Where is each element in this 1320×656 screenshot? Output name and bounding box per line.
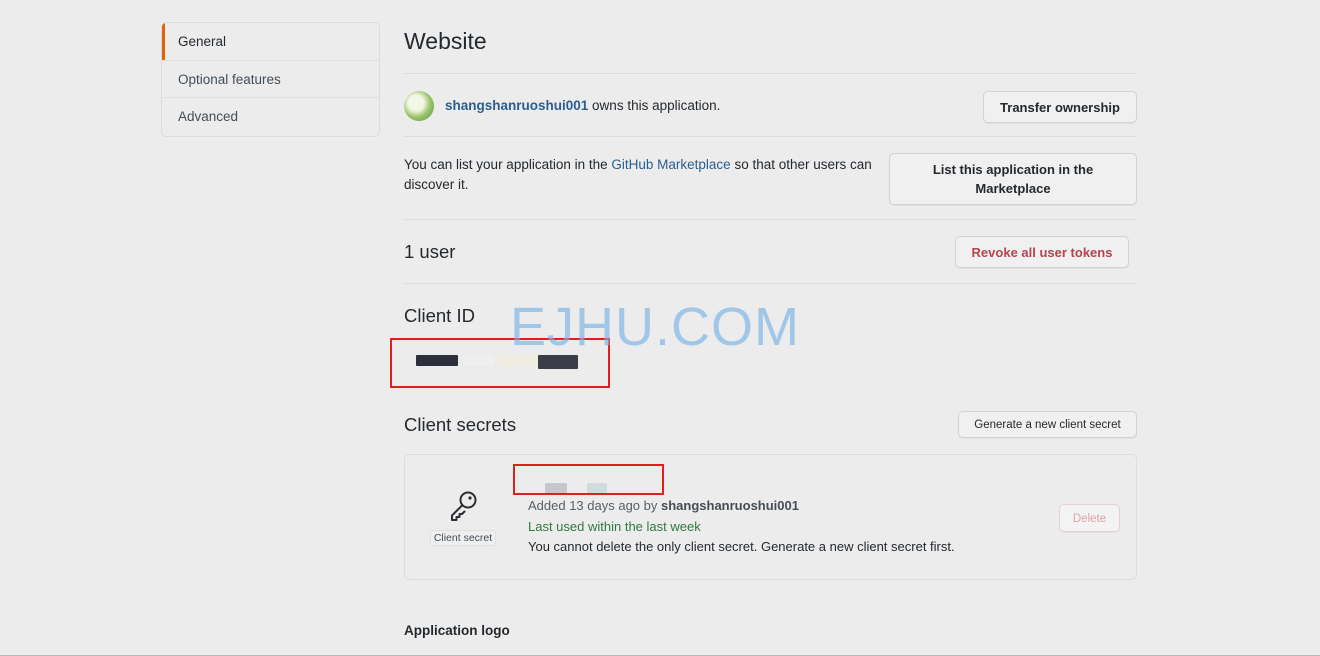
- list-in-marketplace-button[interactable]: List this application in the Marketplace: [889, 153, 1137, 205]
- secret-last-used: Last used within the last week: [528, 518, 701, 534]
- redacted-secret-segment: [587, 483, 607, 493]
- avatar[interactable]: [404, 91, 434, 121]
- secret-delete-note: You cannot delete the only client secret…: [528, 539, 955, 554]
- watermark: EJHU.COM: [510, 297, 800, 357]
- sidebar-item-general[interactable]: General: [162, 23, 379, 61]
- divider: [404, 283, 1137, 284]
- application-logo-heading: Application logo: [404, 623, 510, 638]
- sidebar-item-advanced[interactable]: Advanced: [162, 98, 379, 136]
- owner-text: shangshanruoshui001 owns this applicatio…: [445, 98, 720, 113]
- user-count: 1 user: [404, 241, 456, 262]
- secret-added-by: shangshanruoshui001: [661, 498, 799, 513]
- redacted-client-id-segment: [464, 355, 494, 366]
- owner-username-link[interactable]: shangshanruoshui001: [445, 98, 588, 113]
- redacted-client-id-segment: [416, 355, 458, 366]
- client-secret-label: Client secret: [429, 530, 497, 546]
- owner-suffix: owns this application.: [588, 98, 721, 113]
- delete-secret-button[interactable]: Delete: [1059, 504, 1120, 532]
- settings-sidebar: General Optional features Advanced: [161, 22, 380, 137]
- page: General Optional features Advanced Websi…: [0, 0, 1320, 656]
- client-secret-details: Added 13 days ago by shangshanruoshui001…: [528, 496, 955, 558]
- github-marketplace-link[interactable]: GitHub Marketplace: [611, 157, 730, 172]
- marketplace-description: You can list your application in the Git…: [404, 155, 894, 195]
- marketplace-text-before: You can list your application in the: [404, 157, 612, 172]
- redacted-secret-segment: [545, 483, 567, 493]
- divider: [404, 136, 1137, 137]
- client-secret-card: Client secret Added 13 days ago by shang…: [404, 454, 1137, 580]
- divider: [404, 219, 1137, 220]
- page-title: Website: [404, 28, 487, 54]
- client-secrets-heading: Client secrets: [404, 414, 517, 435]
- generate-client-secret-button[interactable]: Generate a new client secret: [958, 411, 1137, 438]
- secret-added-text: Added 13 days ago by: [528, 498, 661, 513]
- transfer-ownership-button[interactable]: Transfer ownership: [983, 91, 1137, 123]
- key-icon: [451, 491, 477, 521]
- revoke-user-tokens-button[interactable]: Revoke all user tokens: [955, 236, 1129, 268]
- client-id-heading: Client ID: [404, 305, 475, 326]
- client-secret-icon-block: Client secret: [427, 489, 499, 546]
- divider: [404, 73, 1137, 74]
- sidebar-item-optional-features[interactable]: Optional features: [162, 61, 379, 98]
